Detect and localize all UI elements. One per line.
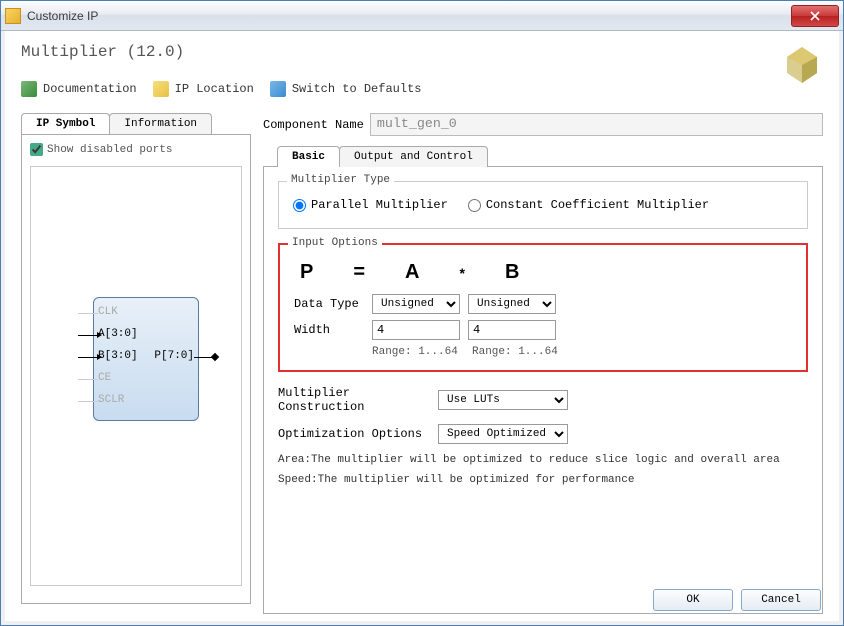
constant-multiplier-radio[interactable]: Constant Coefficient Multiplier: [468, 198, 709, 212]
titlebar: Customize IP: [1, 1, 843, 31]
range-a-label: Range: 1...64: [372, 346, 464, 358]
input-options-fieldset: Input Options P = A * B Data Type Unsign…: [278, 243, 808, 372]
ip-location-link[interactable]: IP Location: [175, 82, 254, 96]
data-type-a-select[interactable]: Unsigned: [372, 294, 460, 314]
close-icon: [810, 11, 820, 21]
cancel-button[interactable]: Cancel: [741, 589, 821, 611]
parallel-multiplier-radio[interactable]: Parallel Multiplier: [293, 198, 448, 212]
width-label: Width: [294, 323, 364, 337]
left-tab-content: Show disabled ports CLK A[3:0]: [21, 134, 251, 604]
tab-basic[interactable]: Basic: [277, 146, 340, 167]
construction-select[interactable]: Use LUTs: [438, 390, 568, 410]
multiplier-type-radios: Parallel Multiplier Constant Coefficient…: [293, 194, 793, 216]
port-a: A[3:0]: [98, 328, 138, 340]
tab-output-control[interactable]: Output and Control: [339, 146, 488, 167]
optimization-select[interactable]: Speed Optimized: [438, 424, 568, 444]
ip-block: CLK A[3:0] B[3:0]: [93, 297, 199, 421]
construction-label: Multiplier Construction: [278, 386, 430, 414]
component-name-row: Component Name: [263, 113, 823, 136]
eq-a: A: [405, 261, 419, 284]
left-panel: IP Symbol Information Show disabled port…: [21, 113, 251, 603]
left-tab-row: IP Symbol Information: [21, 113, 251, 134]
area-description: Area:The multiplier will be optimized to…: [278, 454, 808, 466]
multiplier-type-legend: Multiplier Type: [287, 174, 394, 186]
range-row: Range: 1...64 Range: 1...64: [372, 346, 792, 358]
port-p: P[7:0]: [154, 350, 194, 362]
width-a-input[interactable]: [372, 320, 460, 340]
symbol-canvas: CLK A[3:0] B[3:0]: [30, 166, 242, 586]
equation: P = A * B: [300, 261, 792, 284]
input-options-legend: Input Options: [288, 237, 382, 249]
optimization-row: Optimization Options Speed Optimized: [278, 424, 808, 444]
close-button[interactable]: [791, 5, 839, 27]
window-title: Customize IP: [27, 9, 791, 23]
tab-information[interactable]: Information: [109, 113, 212, 134]
show-disabled-label: Show disabled ports: [47, 144, 172, 156]
eq-p: P: [300, 261, 313, 284]
optimization-label: Optimization Options: [278, 427, 430, 441]
page-title: Multiplier (12.0): [21, 43, 823, 61]
documentation-icon: [21, 81, 37, 97]
eq-b: B: [505, 261, 519, 284]
inner-tabs: Basic Output and Control: [277, 146, 823, 167]
app-icon: [5, 8, 21, 24]
inner-content: Multiplier Type Parallel Multiplier Cons…: [263, 166, 823, 614]
parallel-radio-input[interactable]: [293, 199, 306, 212]
tab-ip-symbol[interactable]: IP Symbol: [21, 113, 110, 134]
speed-description: Speed:The multiplier will be optimized f…: [278, 474, 808, 486]
data-type-b-select[interactable]: Unsigned: [468, 294, 556, 314]
construction-row: Multiplier Construction Use LUTs: [278, 386, 808, 414]
switch-defaults-link[interactable]: Switch to Defaults: [292, 82, 422, 96]
right-panel: Component Name Basic Output and Control …: [263, 113, 823, 603]
toolbar: Documentation IP Location Switch to Defa…: [21, 77, 823, 105]
show-disabled-checkbox[interactable]: [30, 143, 43, 156]
component-name-label: Component Name: [263, 118, 364, 132]
show-disabled-checkbox-row[interactable]: Show disabled ports: [30, 143, 242, 156]
window: Customize IP Multiplier (12.0) Documenta…: [0, 0, 844, 626]
content: Multiplier (12.0) Documentation IP Locat…: [5, 31, 839, 621]
range-b-label: Range: 1...64: [472, 346, 564, 358]
port-sclr: SCLR: [98, 394, 124, 406]
width-b-input[interactable]: [468, 320, 556, 340]
documentation-link[interactable]: Documentation: [43, 82, 137, 96]
ok-button[interactable]: OK: [653, 589, 733, 611]
port-clk: CLK: [98, 306, 118, 318]
component-name-input[interactable]: [370, 113, 823, 136]
port-b: B[3:0]: [98, 350, 138, 362]
folder-icon: [153, 81, 169, 97]
multiplier-type-fieldset: Multiplier Type Parallel Multiplier Cons…: [278, 181, 808, 229]
bottom-bar: OK Cancel: [653, 589, 821, 611]
vivado-logo-icon: [781, 43, 823, 85]
refresh-icon: [270, 81, 286, 97]
constant-radio-input[interactable]: [468, 199, 481, 212]
eq-star: *: [459, 265, 464, 281]
port-ce: CE: [98, 372, 111, 384]
data-type-label: Data Type: [294, 297, 364, 311]
width-row: Width: [294, 320, 792, 340]
main-area: IP Symbol Information Show disabled port…: [21, 113, 823, 603]
data-type-row: Data Type Unsigned Unsigned: [294, 294, 792, 314]
eq-equals: =: [353, 261, 365, 284]
